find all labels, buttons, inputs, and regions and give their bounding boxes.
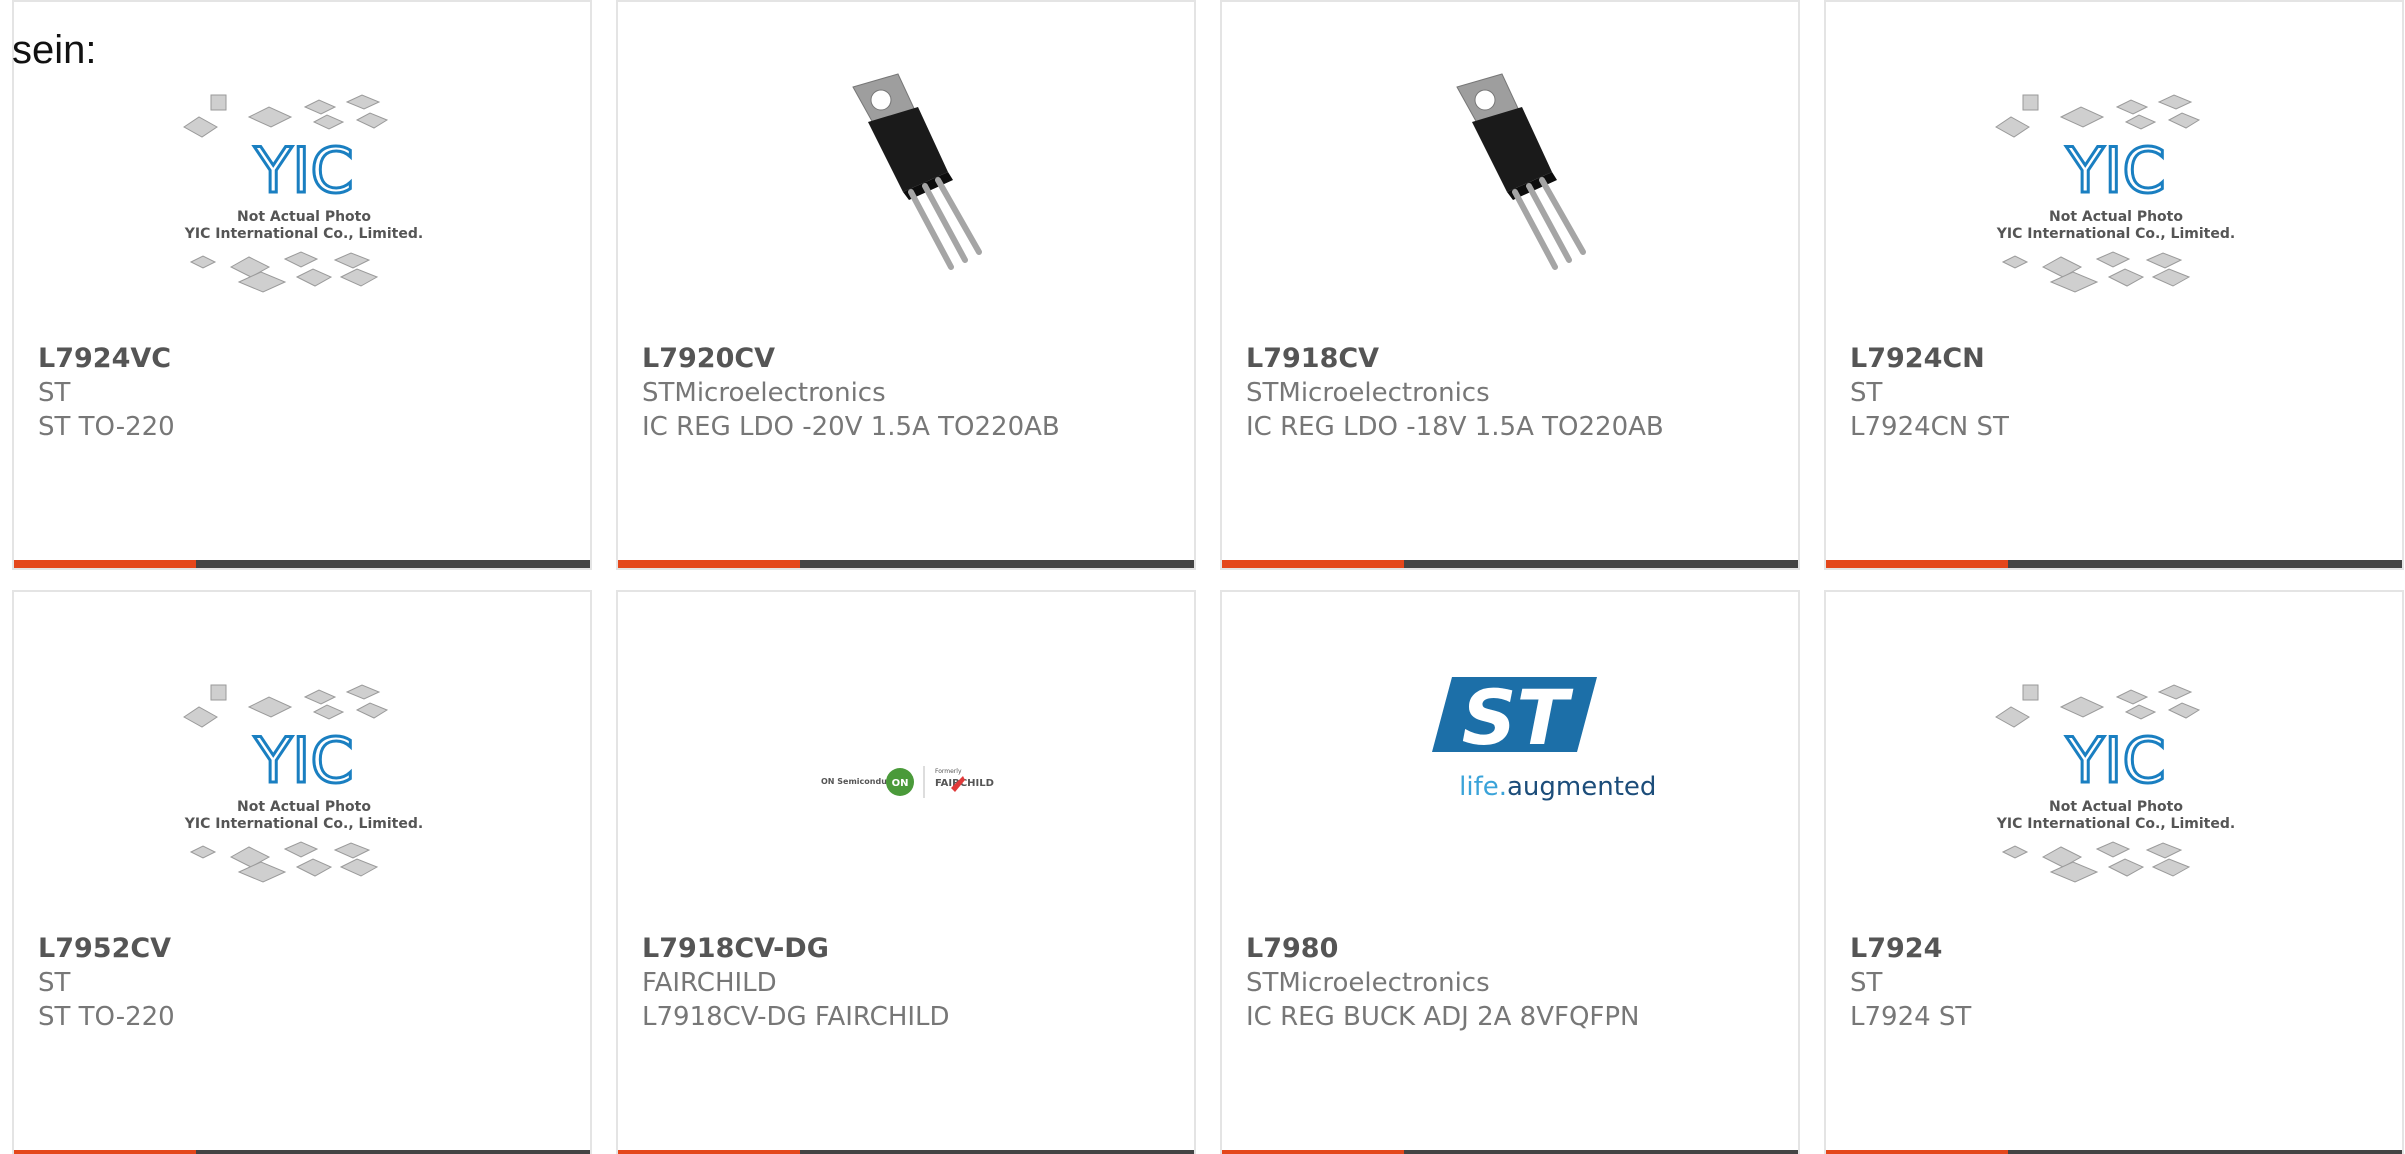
description: ST TO-220 — [38, 1002, 175, 1032]
accent-bar — [618, 560, 1194, 568]
manufacturer: FAIRCHILD — [642, 968, 777, 998]
description: L7924 ST — [1850, 1002, 1972, 1032]
accent-bar — [1222, 560, 1798, 568]
product-card[interactable]: YIC Not Actual Photo YIC International C… — [12, 590, 592, 1154]
product-info: L7918CV-DG FAIRCHILD L7918CV-DG FAIRCHIL… — [642, 932, 1182, 1034]
product-image[interactable]: YIC Not Actual Photo YIC International C… — [1911, 652, 2321, 902]
product-image[interactable]: ST life. augmented — [1307, 652, 1717, 902]
manufacturer: STMicroelectronics — [1246, 968, 1490, 998]
product-image[interactable]: YIC Not Actual Photo YIC International C… — [99, 652, 509, 902]
st-tagline-life: life. — [1459, 772, 1507, 802]
placeholder-note: Not Actual Photo — [2049, 209, 2183, 225]
product-card[interactable]: L7920CV STMicroelectronics IC REG LDO -2… — [616, 0, 1196, 570]
placeholder-note: Not Actual Photo — [237, 799, 371, 815]
product-info: L7980 STMicroelectronics IC REG BUCK ADJ… — [1246, 932, 1786, 1034]
product-image[interactable]: YIC Not Actual Photo YIC International C… — [99, 62, 509, 312]
product-card[interactable]: YIC Not Actual Photo YIC International C… — [1824, 0, 2404, 570]
description: IC REG BUCK ADJ 2A 8VFQFPN — [1246, 1002, 1640, 1032]
manufacturer: STMicroelectronics — [1246, 378, 1490, 408]
part-number[interactable]: L7918CV-DG — [642, 932, 1182, 966]
part-number[interactable]: L7980 — [1246, 932, 1786, 966]
part-number[interactable]: L7924VC — [38, 342, 578, 376]
manufacturer: STMicroelectronics — [642, 378, 886, 408]
product-info: L7924 ST L7924 ST — [1850, 932, 2390, 1034]
product-info: L7920CV STMicroelectronics IC REG LDO -2… — [642, 342, 1182, 444]
placeholder-company: YIC International Co., Limited. — [1996, 816, 2235, 832]
product-card[interactable]: YIC Not Actual Photo YIC International C… — [1824, 590, 2404, 1154]
on-logo-text: ON — [892, 778, 909, 789]
accent-bar — [14, 1150, 590, 1154]
accent-bar — [618, 1150, 1194, 1154]
st-logo-text: ST — [1462, 673, 1574, 762]
placeholder-company: YIC International Co., Limited. — [184, 226, 423, 242]
manufacturer: ST — [1850, 968, 1883, 998]
part-number[interactable]: L7952CV — [38, 932, 578, 966]
product-info: L7924CN ST L7924CN ST — [1850, 342, 2390, 444]
intro-label: sein: — [12, 28, 97, 72]
placeholder-company: YIC International Co., Limited. — [1996, 226, 2235, 242]
accent-bar — [14, 560, 590, 568]
product-grid-page: sein: YIC Not Actual Photo YIC Internati… — [0, 0, 2405, 1154]
product-card[interactable]: L7918CV STMicroelectronics IC REG LDO -1… — [1220, 0, 1800, 570]
description: L7918CV-DG FAIRCHILD — [642, 1002, 950, 1032]
part-number[interactable]: L7918CV — [1246, 342, 1786, 376]
product-image[interactable] — [703, 62, 1113, 312]
part-number[interactable]: L7924 — [1850, 932, 2390, 966]
description: IC REG LDO -20V 1.5A TO220AB — [642, 412, 1060, 442]
product-card[interactable]: ON Semiconductor ON Formerly FAIRCHILD L… — [616, 590, 1196, 1154]
part-number[interactable]: L7920CV — [642, 342, 1182, 376]
placeholder-note: Not Actual Photo — [237, 209, 371, 225]
product-card[interactable]: YIC Not Actual Photo YIC International C… — [12, 0, 592, 570]
manufacturer: ST — [1850, 378, 1883, 408]
product-card[interactable]: ST life. augmented L7980 STMicroelectron… — [1220, 590, 1800, 1154]
st-tagline-augmented: augmented — [1507, 772, 1656, 802]
product-image[interactable] — [1307, 62, 1717, 312]
product-image[interactable]: YIC Not Actual Photo YIC International C… — [1911, 62, 2321, 312]
accent-bar — [1826, 1150, 2402, 1154]
svg-text:YIC: YIC — [2065, 134, 2165, 207]
svg-text:YIC: YIC — [253, 134, 353, 207]
manufacturer: ST — [38, 378, 71, 408]
product-image[interactable]: ON Semiconductor ON Formerly FAIRCHILD — [703, 652, 1113, 902]
formerly-text: Formerly — [935, 768, 962, 775]
accent-bar — [1222, 1150, 1798, 1154]
svg-text:YIC: YIC — [2065, 724, 2165, 797]
description: L7924CN ST — [1850, 412, 2009, 442]
product-info: L7924VC ST ST TO-220 — [38, 342, 578, 444]
description: ST TO-220 — [38, 412, 175, 442]
placeholder-company: YIC International Co., Limited. — [184, 816, 423, 832]
svg-text:YIC: YIC — [253, 724, 353, 797]
placeholder-note: Not Actual Photo — [2049, 799, 2183, 815]
accent-bar — [1826, 560, 2402, 568]
product-info: L7918CV STMicroelectronics IC REG LDO -1… — [1246, 342, 1786, 444]
description: IC REG LDO -18V 1.5A TO220AB — [1246, 412, 1664, 442]
product-info: L7952CV ST ST TO-220 — [38, 932, 578, 1034]
manufacturer: ST — [38, 968, 71, 998]
part-number[interactable]: L7924CN — [1850, 342, 2390, 376]
